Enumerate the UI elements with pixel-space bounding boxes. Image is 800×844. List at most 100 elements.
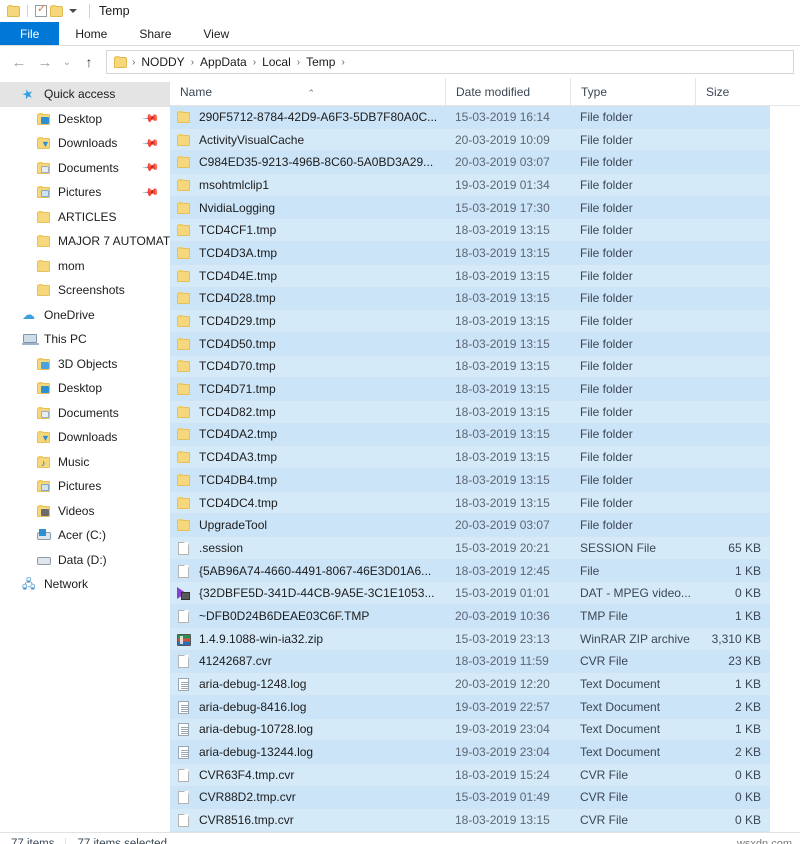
- file-name-cell[interactable]: TCD4D29.tmp: [170, 313, 445, 329]
- column-header-name[interactable]: ⌃ Name: [170, 78, 445, 106]
- table-row[interactable]: 1.4.9.1088-win-ia32.zip15-03-2019 23:13W…: [170, 628, 770, 651]
- file-name-cell[interactable]: TCD4CF1.tmp: [170, 222, 445, 238]
- table-row[interactable]: aria-debug-13244.log19-03-2019 23:04Text…: [170, 741, 770, 764]
- file-name-cell[interactable]: TCD4D28.tmp: [170, 290, 445, 306]
- table-row[interactable]: CVR63F4.tmp.cvr18-03-2019 15:24CVR File0…: [170, 764, 770, 787]
- pin-icon[interactable]: 📌: [142, 109, 161, 128]
- sidebar-item-documents[interactable]: Documents📌: [0, 156, 170, 181]
- tab-home[interactable]: Home: [59, 22, 123, 45]
- file-name-cell[interactable]: NvidiaLogging: [170, 200, 445, 216]
- table-row[interactable]: TCD4D71.tmp18-03-2019 13:15File folder: [170, 378, 770, 401]
- column-header-size[interactable]: Size: [695, 78, 773, 106]
- table-row[interactable]: aria-debug-1248.log20-03-2019 12:20Text …: [170, 673, 770, 696]
- table-row[interactable]: aria-debug-10728.log19-03-2019 23:04Text…: [170, 719, 770, 742]
- file-name-cell[interactable]: ActivityVisualCache: [170, 132, 445, 148]
- table-row[interactable]: {5AB96A74-4660-4491-8067-46E3D01A6...18-…: [170, 560, 770, 583]
- table-row[interactable]: TCD4D29.tmp18-03-2019 13:15File folder: [170, 310, 770, 333]
- table-row[interactable]: ~DFB0D24B6DEAE03C6F.TMP20-03-2019 10:36T…: [170, 605, 770, 628]
- table-row[interactable]: C984ED35-9213-496B-8C60-5A0BD3A29...20-0…: [170, 151, 770, 174]
- file-name-cell[interactable]: aria-debug-10728.log: [170, 721, 445, 737]
- forward-button[interactable]: →: [32, 49, 58, 75]
- sidebar-item-music[interactable]: ♪Music: [0, 450, 170, 475]
- properties-icon[interactable]: [33, 3, 49, 19]
- table-row[interactable]: TCD4DB4.tmp18-03-2019 13:15File folder: [170, 469, 770, 492]
- sidebar-item-acer-c[interactable]: Acer (C:): [0, 523, 170, 548]
- file-name-cell[interactable]: 1.4.9.1088-win-ia32.zip: [170, 631, 445, 647]
- table-row[interactable]: msohtmlclip119-03-2019 01:34File folder: [170, 174, 770, 197]
- sidebar-item-3d-objects[interactable]: 3D Objects: [0, 352, 170, 377]
- sidebar-item-quick-access[interactable]: ★Quick access: [0, 82, 170, 107]
- sidebar-item-downloads[interactable]: ▼Downloads📌: [0, 131, 170, 156]
- table-row[interactable]: TCD4D70.tmp18-03-2019 13:15File folder: [170, 356, 770, 379]
- sidebar-item-screenshots[interactable]: Screenshots: [0, 278, 170, 303]
- table-row[interactable]: UpgradeTool20-03-2019 03:07File folder: [170, 514, 770, 537]
- back-button[interactable]: ←: [6, 49, 32, 75]
- sidebar-item-desktop[interactable]: Desktop📌: [0, 107, 170, 132]
- table-row[interactable]: TCD4D82.tmp18-03-2019 13:15File folder: [170, 401, 770, 424]
- file-name-cell[interactable]: aria-debug-8416.log: [170, 699, 445, 715]
- file-name-cell[interactable]: 41242687.cvr: [170, 653, 445, 669]
- table-row[interactable]: CVR8516.tmp.cvr18-03-2019 13:15CVR File0…: [170, 809, 770, 832]
- table-row[interactable]: {32DBFE5D-341D-44CB-9A5E-3C1E1053...15-0…: [170, 582, 770, 605]
- up-button[interactable]: ↑: [76, 49, 102, 75]
- sidebar-item-onedrive[interactable]: ☁OneDrive: [0, 303, 170, 328]
- file-name-cell[interactable]: TCD4D71.tmp: [170, 381, 445, 397]
- file-name-cell[interactable]: TCD4D3A.tmp: [170, 245, 445, 261]
- file-name-cell[interactable]: 290F5712-8784-42D9-A6F3-5DB7F80A0C...: [170, 109, 445, 125]
- file-name-cell[interactable]: aria-debug-1248.log: [170, 676, 445, 692]
- tab-share[interactable]: Share: [123, 22, 187, 45]
- table-row[interactable]: aria-debug-8416.log19-03-2019 22:57Text …: [170, 696, 770, 719]
- file-name-cell[interactable]: TCD4D50.tmp: [170, 336, 445, 352]
- file-name-cell[interactable]: C984ED35-9213-496B-8C60-5A0BD3A29...: [170, 154, 445, 170]
- table-row[interactable]: TCD4D4E.tmp18-03-2019 13:15File folder: [170, 265, 770, 288]
- breadcrumb-item-noddy[interactable]: NODDY: [138, 55, 187, 69]
- table-row[interactable]: .session15-03-2019 20:21SESSION File65 K…: [170, 537, 770, 560]
- chevron-down-icon[interactable]: [65, 3, 81, 19]
- file-name-cell[interactable]: {5AB96A74-4660-4491-8067-46E3D01A6...: [170, 563, 445, 579]
- breadcrumb-item-temp[interactable]: Temp: [303, 55, 338, 69]
- file-name-cell[interactable]: TCD4DC4.tmp: [170, 495, 445, 511]
- pin-icon[interactable]: 📌: [142, 134, 161, 153]
- table-row[interactable]: TCD4D28.tmp18-03-2019 13:15File folder: [170, 288, 770, 311]
- file-name-cell[interactable]: ~DFB0D24B6DEAE03C6F.TMP: [170, 608, 445, 624]
- tab-file[interactable]: File: [0, 22, 59, 45]
- sidebar-item-videos[interactable]: Videos: [0, 499, 170, 524]
- table-row[interactable]: CVR88D2.tmp.cvr15-03-2019 01:49CVR File0…: [170, 787, 770, 810]
- pin-icon[interactable]: 📌: [142, 158, 161, 177]
- column-header-date-modified[interactable]: Date modified: [445, 78, 570, 106]
- table-row[interactable]: TCD4DA2.tmp18-03-2019 13:15File folder: [170, 424, 770, 447]
- table-row[interactable]: ActivityVisualCache20-03-2019 10:09File …: [170, 129, 770, 152]
- sidebar-item-documents[interactable]: Documents: [0, 401, 170, 426]
- file-name-cell[interactable]: TCD4DA2.tmp: [170, 426, 445, 442]
- file-name-cell[interactable]: {32DBFE5D-341D-44CB-9A5E-3C1E1053...: [170, 585, 445, 601]
- table-row[interactable]: TCD4D3A.tmp18-03-2019 13:15File folder: [170, 242, 770, 265]
- table-row[interactable]: 290F5712-8784-42D9-A6F3-5DB7F80A0C...15-…: [170, 106, 770, 129]
- table-row[interactable]: NvidiaLogging15-03-2019 17:30File folder: [170, 197, 770, 220]
- file-name-cell[interactable]: CVR63F4.tmp.cvr: [170, 767, 445, 783]
- table-row[interactable]: 41242687.cvr18-03-2019 11:59CVR File23 K…: [170, 651, 770, 674]
- pin-icon[interactable]: 📌: [142, 183, 161, 202]
- file-name-cell[interactable]: TCD4D82.tmp: [170, 404, 445, 420]
- sidebar-item-network[interactable]: 🖧Network: [0, 572, 170, 597]
- table-row[interactable]: TCD4CF1.tmp18-03-2019 13:15File folder: [170, 219, 770, 242]
- table-row[interactable]: TCD4DA3.tmp18-03-2019 13:15File folder: [170, 446, 770, 469]
- file-name-cell[interactable]: CVR8516.tmp.cvr: [170, 812, 445, 828]
- file-name-cell[interactable]: CVR88D2.tmp.cvr: [170, 789, 445, 805]
- table-row[interactable]: TCD4DC4.tmp18-03-2019 13:15File folder: [170, 492, 770, 515]
- sidebar-item-data-d[interactable]: Data (D:): [0, 548, 170, 573]
- file-name-cell[interactable]: UpgradeTool: [170, 517, 445, 533]
- sidebar-item-articles[interactable]: ARTICLES: [0, 205, 170, 230]
- file-name-cell[interactable]: TCD4DA3.tmp: [170, 449, 445, 465]
- file-name-cell[interactable]: TCD4D4E.tmp: [170, 268, 445, 284]
- sidebar-item-pictures[interactable]: Pictures📌: [0, 180, 170, 205]
- sidebar-item-mom[interactable]: mom: [0, 254, 170, 279]
- sidebar-item-this-pc[interactable]: This PC: [0, 327, 170, 352]
- breadcrumb-item-appdata[interactable]: AppData: [197, 55, 250, 69]
- sidebar-item-downloads[interactable]: ▼Downloads: [0, 425, 170, 450]
- sidebar-item-pictures[interactable]: Pictures: [0, 474, 170, 499]
- file-name-cell[interactable]: TCD4DB4.tmp: [170, 472, 445, 488]
- sidebar-item-desktop[interactable]: Desktop: [0, 376, 170, 401]
- new-folder-icon[interactable]: [49, 3, 65, 19]
- breadcrumb-item-local[interactable]: Local: [259, 55, 294, 69]
- file-name-cell[interactable]: .session: [170, 540, 445, 556]
